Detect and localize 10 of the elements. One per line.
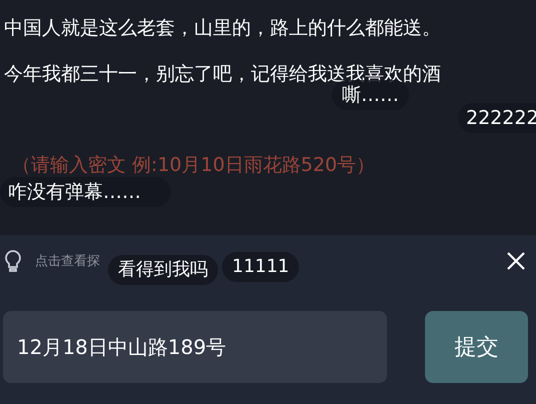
- clue-link[interactable]: 点击查看探: [35, 252, 100, 270]
- close-icon[interactable]: [506, 251, 526, 271]
- danmaku-comment: 咋没有弹幕……: [0, 177, 171, 207]
- answer-input-field[interactable]: 12月18日中山路189号: [3, 311, 387, 383]
- submit-button[interactable]: 提交: [425, 311, 528, 383]
- answer-hint: （请输入密文 例:10月10日雨花路520号）: [12, 153, 376, 178]
- danmaku-comment: 11111: [222, 252, 300, 282]
- lightbulb-icon[interactable]: [3, 249, 23, 273]
- danmaku-comment: 看得到我吗: [108, 255, 218, 285]
- comment-text: 中国人就是这么老套，山里的，路上的什么都能送。: [4, 16, 442, 41]
